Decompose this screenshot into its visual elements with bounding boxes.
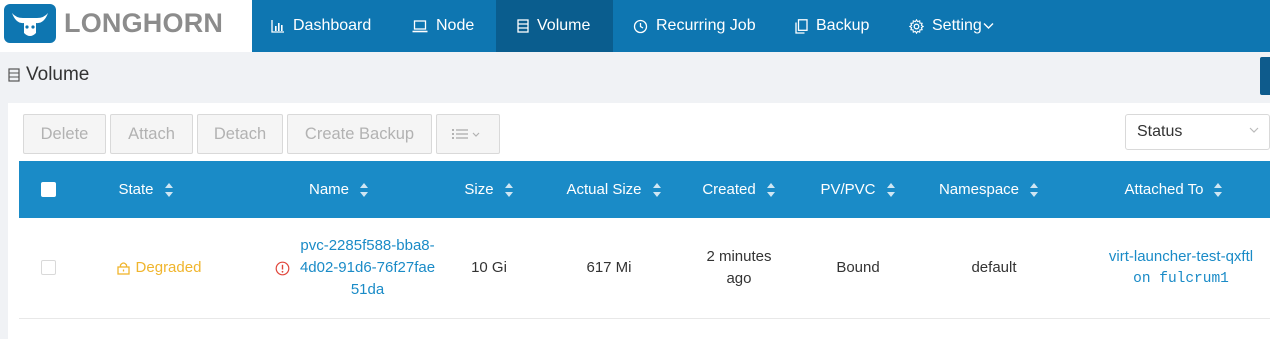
side-panel-tab[interactable]	[1260, 57, 1270, 95]
top-navbar: LONGHORN Dashboard Node Volume Recurring…	[0, 0, 1270, 52]
list-menu-icon	[452, 129, 480, 139]
actual-size-cell: 617 Mi	[586, 259, 632, 276]
attached-to-cell: virt-launcher-test-qxftl on fulcrum1	[1091, 218, 1270, 318]
nav-backup[interactable]: Backup	[777, 0, 887, 52]
copy-icon	[795, 18, 808, 34]
page-title-text: Volume	[26, 64, 90, 85]
nav-node-label: Node	[436, 17, 475, 34]
sort-icon	[652, 182, 661, 197]
state-label: Degraded	[135, 259, 202, 276]
status-filter-select[interactable]: Status	[1125, 114, 1270, 150]
namespace-cell: default	[971, 259, 1017, 276]
create-backup-button[interactable]: Create Backup	[287, 114, 432, 154]
database-icon	[8, 68, 20, 82]
column-header-attached-to[interactable]: Attached To	[1099, 161, 1249, 218]
column-header-created[interactable]: Created	[684, 161, 794, 218]
created-cell: 2 minutes ago	[706, 248, 772, 287]
sort-icon	[164, 182, 173, 197]
bar-chart-icon	[271, 20, 284, 33]
chevron-down-icon	[983, 23, 994, 29]
page-title: Volume	[8, 64, 89, 86]
size-cell: 10 Gi	[471, 259, 507, 276]
clock-icon	[633, 19, 648, 33]
column-header-size[interactable]: Size	[439, 161, 539, 218]
volume-name-link[interactable]: pvc-2285f588-bba8- 4d02-91d6-76f27fae 51…	[300, 235, 435, 301]
nav-dashboard-label: Dashboard	[293, 17, 372, 34]
app-name: LONGHORN	[64, 8, 224, 38]
nav-node[interactable]: Node	[390, 0, 496, 52]
sort-icon	[1030, 182, 1039, 197]
attached-node-link[interactable]: on fulcrum1	[1109, 268, 1253, 290]
status-filter-value: Status	[1137, 123, 1183, 140]
nav-dashboard[interactable]: Dashboard	[252, 0, 390, 52]
laptop-icon	[412, 19, 428, 32]
state-cell: Degraded	[78, 218, 240, 318]
sort-icon	[1214, 182, 1223, 197]
gear-icon	[909, 18, 924, 34]
detach-button[interactable]: Detach	[197, 114, 283, 154]
attached-pod-link[interactable]: virt-launcher-test-qxftl	[1109, 246, 1253, 268]
column-header-name[interactable]: Name	[269, 161, 409, 218]
sort-icon	[886, 182, 895, 197]
table-row: Degraded pvc-2285f588-bba8- 4d02-91d6-76…	[19, 218, 1270, 319]
database-icon	[517, 19, 529, 33]
sort-icon	[766, 182, 775, 197]
sort-icon	[504, 182, 513, 197]
table-header: State Name Size Actual Size Created PV/P…	[19, 161, 1270, 218]
nav-recurring-job-label: Recurring Job	[656, 17, 756, 34]
chevron-down-icon	[1249, 127, 1259, 133]
column-header-pv-pvc[interactable]: PV/PVC	[803, 161, 913, 218]
nav-volume[interactable]: Volume	[496, 0, 613, 52]
name-cell: pvc-2285f588-bba8- 4d02-91d6-76f27fae 51…	[247, 218, 463, 318]
row-checkbox[interactable]	[41, 260, 56, 275]
sort-icon	[360, 182, 368, 197]
longhorn-logo-icon	[4, 4, 56, 43]
nav-setting-label: Setting	[932, 17, 982, 34]
nav-setting[interactable]: Setting	[887, 0, 1017, 52]
bulk-actions-button[interactable]	[436, 114, 500, 154]
column-header-state[interactable]: State	[78, 161, 214, 218]
pv-pvc-cell: Bound	[836, 259, 880, 276]
select-all-checkbox[interactable]	[41, 182, 56, 197]
nav-volume-label: Volume	[537, 17, 591, 34]
column-header-actual-size[interactable]: Actual Size	[544, 161, 684, 218]
attach-button[interactable]: Attach	[110, 114, 193, 154]
column-header-namespace[interactable]: Namespace	[919, 161, 1059, 218]
warning-icon	[275, 261, 290, 275]
logo[interactable]: LONGHORN	[0, 0, 252, 52]
delete-button[interactable]: Delete	[23, 114, 106, 154]
nav-recurring-job[interactable]: Recurring Job	[613, 0, 777, 52]
lock-icon	[116, 262, 130, 275]
nav-backup-label: Backup	[816, 17, 870, 34]
